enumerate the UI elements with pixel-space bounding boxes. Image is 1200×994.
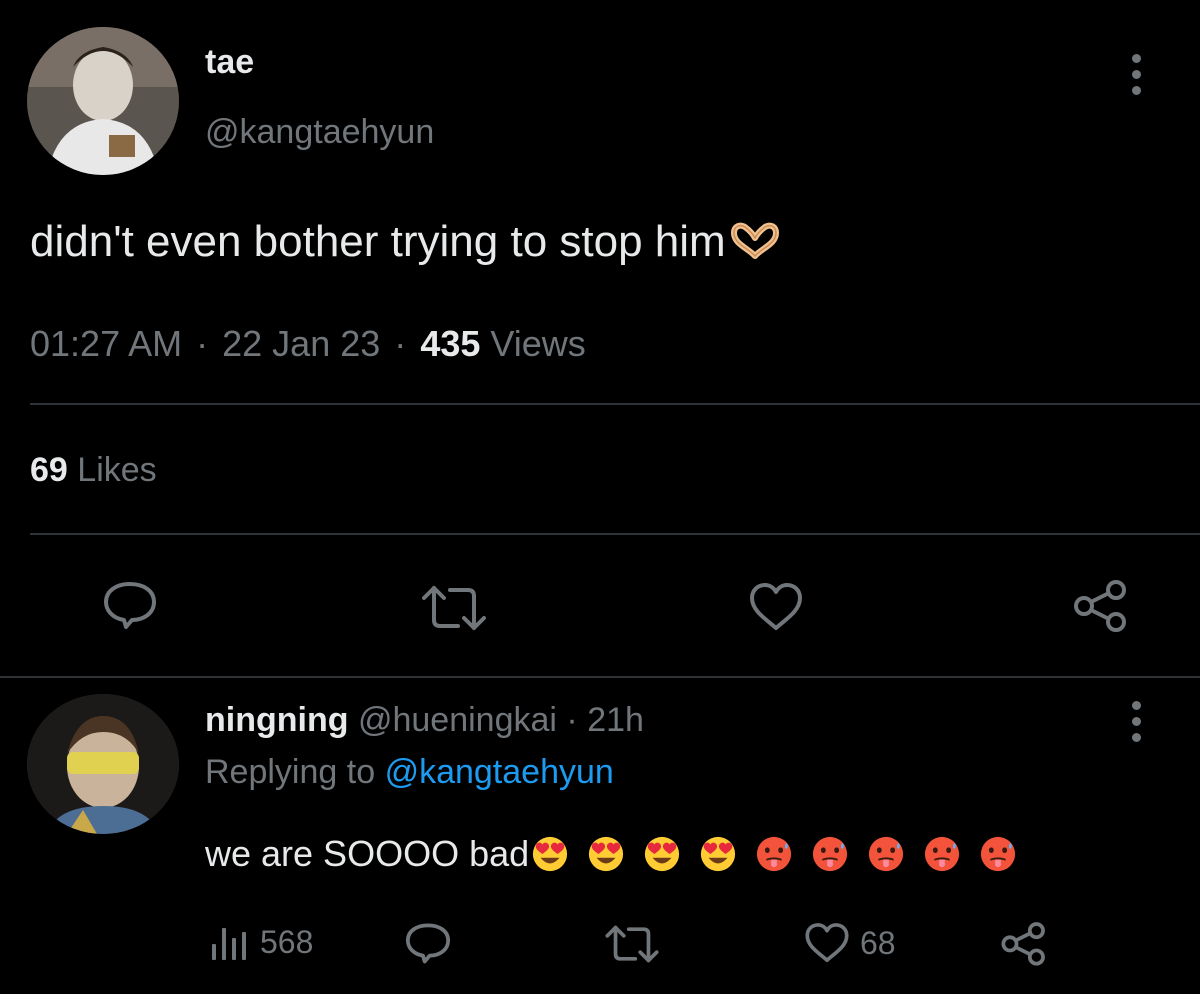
heart-eyes-emoji-icon [587, 835, 625, 873]
reply-display-name[interactable]: ningning [205, 701, 349, 739]
divider [30, 403, 1200, 405]
tweet-meta: 01:27 AM · 22 Jan 23 · 435 Views [30, 322, 586, 366]
tweet-time[interactable]: 01:27 AM [30, 323, 182, 364]
share-icon[interactable] [1072, 578, 1130, 632]
divider [30, 533, 1200, 535]
reply-header: ningning @hueningkai · 21h [205, 700, 644, 740]
meta-separator: · [196, 323, 209, 364]
more-icon[interactable] [1131, 54, 1141, 95]
reply-icon[interactable] [102, 580, 158, 630]
views-icon [208, 922, 248, 962]
reply-share-icon[interactable] [1000, 920, 1048, 966]
meta-separator: · [394, 323, 407, 364]
reply-retweet-icon[interactable] [604, 924, 660, 964]
author-display-name[interactable]: tae [205, 42, 254, 82]
reply-handle[interactable]: @hueningkai [358, 701, 557, 739]
hot-face-emoji-icon [979, 835, 1017, 873]
retweet-icon[interactable] [420, 584, 488, 632]
divider [0, 676, 1200, 678]
heart-eyes-emoji-icon [643, 835, 681, 873]
reply-emoji-row [531, 835, 1017, 873]
likes-label: Likes [77, 451, 157, 489]
views-label: Views [490, 323, 586, 364]
replying-handle-link[interactable]: @kangtaehyun [385, 753, 614, 791]
replying-to: Replying to @kangtaehyun [205, 752, 614, 792]
tweet-date[interactable]: 22 Jan 23 [222, 323, 380, 364]
tweet-text-line: didn't even bother trying to stop him [30, 216, 782, 268]
like-icon[interactable] [748, 582, 804, 632]
reply-text: we are SOOOO bad [205, 833, 530, 874]
likes-stat[interactable]: 69 Likes [30, 450, 157, 490]
reply-author-avatar[interactable] [27, 694, 179, 834]
hot-face-emoji-icon [811, 835, 849, 873]
author-avatar[interactable] [27, 27, 179, 175]
likes-count: 69 [30, 451, 68, 489]
reply-time[interactable]: 21h [587, 701, 644, 739]
reply-reply-icon[interactable] [404, 922, 452, 964]
views-count: 435 [420, 323, 481, 364]
reply-like-icon [804, 922, 850, 964]
reply-separator: · [566, 701, 578, 739]
reply-more-icon[interactable] [1131, 701, 1141, 742]
reply-text-line: we are SOOOO bad [205, 830, 1017, 878]
author-handle[interactable]: @kangtaehyun [205, 112, 434, 152]
heart-hands-emoji-icon [728, 222, 782, 262]
hot-face-emoji-icon [867, 835, 905, 873]
reply-views[interactable]: 568 [208, 922, 313, 962]
heart-eyes-emoji-icon [699, 835, 737, 873]
hot-face-emoji-icon [755, 835, 793, 873]
reply-views-count: 568 [260, 923, 314, 960]
tweet-text: didn't even bother trying to stop him [30, 217, 726, 266]
replying-prefix: Replying to [205, 753, 376, 791]
reply-like[interactable]: 68 [804, 922, 896, 964]
heart-eyes-emoji-icon [531, 835, 569, 873]
reply-likes-count: 68 [860, 924, 896, 961]
hot-face-emoji-icon [923, 835, 961, 873]
